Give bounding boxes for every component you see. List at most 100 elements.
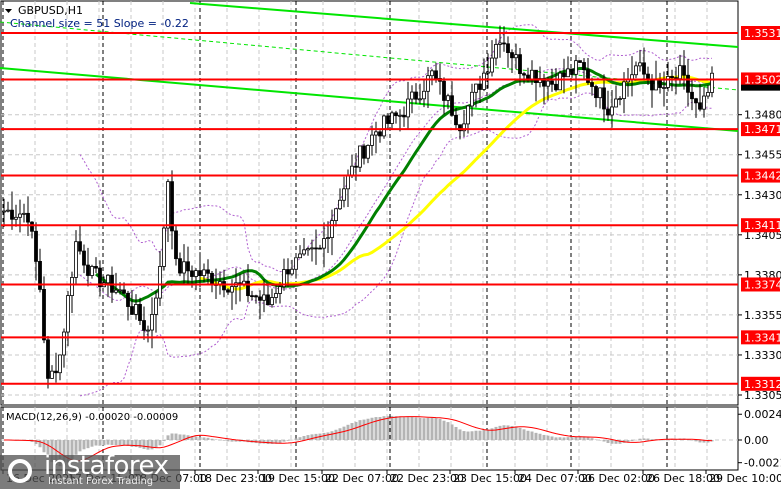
- macd-histogram-bar: [114, 440, 118, 446]
- candle-body: [170, 181, 174, 232]
- price-tick-label: 1.3355: [744, 309, 781, 322]
- macd-histogram-bar: [346, 424, 350, 440]
- macd-histogram-bar: [550, 436, 554, 440]
- level-label: 1.3531: [744, 27, 781, 40]
- candle-body: [598, 87, 602, 99]
- candle-body: [46, 339, 50, 379]
- candle-body: [370, 134, 374, 146]
- macd-histogram-bar: [462, 431, 466, 440]
- macd-histogram-bar: [430, 417, 434, 440]
- macd-histogram-bar: [586, 437, 590, 440]
- candle-body: [414, 91, 418, 100]
- candle-body: [418, 98, 422, 101]
- candle-body: [82, 250, 86, 266]
- price-pane-frame: [0, 0, 739, 406]
- macd-histogram-bar: [406, 417, 410, 440]
- level-label: 1.3471: [744, 123, 781, 136]
- macd-histogram-bar: [342, 426, 346, 440]
- candle-body: [250, 295, 254, 298]
- macd-histogram-bar: [438, 418, 442, 440]
- macd-histogram-bar: [110, 440, 114, 445]
- candle-body: [410, 91, 414, 100]
- chart-window[interactable]: 1.3480 1.3455 1.3430 1.3405 1.3380 1.3355 1.33…: [0, 0, 781, 489]
- candle-body: [190, 270, 194, 277]
- candle-body: [390, 112, 394, 124]
- macd-histogram-bar: [554, 437, 558, 440]
- channel-upper-line: [189, 2, 739, 48]
- candle-body: [114, 289, 118, 293]
- candle-body: [286, 269, 290, 275]
- macd-histogram-bar: [390, 415, 394, 440]
- macd-histogram-bar: [282, 440, 286, 442]
- candle-body: [34, 230, 38, 262]
- macd-histogram-bar: [638, 438, 642, 440]
- macd-histogram-bar: [206, 437, 210, 440]
- macd-histogram-bar: [558, 437, 562, 440]
- candle-body: [298, 253, 302, 259]
- candle-body: [642, 62, 646, 75]
- candle-body: [378, 131, 382, 137]
- dropdown-triangle-icon: [5, 9, 12, 13]
- candle-body: [650, 79, 654, 91]
- macd-histogram-bar: [294, 438, 298, 440]
- candle-body: [558, 72, 562, 91]
- candle-body: [426, 75, 430, 92]
- macd-histogram-bar: [354, 421, 358, 440]
- macd-histogram-bar: [454, 426, 458, 440]
- time-label: 19 Dec 15:00: [261, 472, 335, 485]
- candle-body: [262, 294, 266, 301]
- macd-histogram-bar: [166, 435, 170, 440]
- candle-body: [666, 76, 670, 88]
- macd-histogram-bar: [646, 438, 650, 440]
- candle-body: [226, 289, 230, 293]
- macd-histogram-bar: [634, 439, 638, 441]
- macd-histogram-bar: [298, 437, 302, 440]
- macd-histogram-bar: [394, 416, 398, 440]
- price-tick-label: 1.3305: [744, 389, 781, 402]
- price-chart[interactable]: 1.34801.34551.34301.34051.33801.33551.33…: [0, 0, 781, 489]
- level-label: 1.3502: [744, 73, 781, 86]
- candle-body: [382, 115, 386, 137]
- candle-body: [166, 181, 170, 229]
- candle-body: [14, 216, 18, 220]
- candle-body: [270, 297, 274, 306]
- macd-histogram-bar: [266, 440, 270, 445]
- macd-histogram-bar: [90, 440, 94, 447]
- macd-histogram-bar: [170, 433, 174, 440]
- candle-body: [274, 293, 278, 298]
- candle-body: [546, 80, 550, 87]
- candle-body: [490, 57, 494, 73]
- candle-body: [342, 188, 346, 201]
- macd-histogram-bar: [534, 432, 538, 440]
- macd-histogram-bar: [330, 431, 334, 440]
- candle-body: [362, 145, 366, 159]
- macd-histogram-bar: [590, 438, 594, 440]
- candle-body: [246, 280, 250, 297]
- macd-histogram-bar: [566, 437, 570, 440]
- candle-body: [318, 247, 322, 250]
- macd-histogram-bar: [210, 438, 214, 440]
- candle-body: [510, 52, 514, 59]
- candle-body: [470, 91, 474, 107]
- macd-histogram-bar: [150, 440, 154, 450]
- candle-body: [554, 83, 558, 91]
- candle-body: [302, 249, 306, 255]
- level-label: 1.3442: [744, 170, 781, 183]
- macd-histogram-bar: [358, 420, 362, 440]
- candle-body: [450, 95, 454, 116]
- candle-body: [638, 62, 642, 67]
- symbol-label: GBPUSD,H1: [18, 4, 83, 17]
- macd-histogram-bar: [482, 429, 486, 440]
- candle-body: [618, 98, 622, 100]
- macd-histogram-bar: [466, 431, 470, 440]
- instaforex-watermark: instaforex Instant Forex Trading: [0, 451, 180, 489]
- macd-histogram-bar: [630, 440, 634, 442]
- candle-body: [78, 241, 82, 252]
- candle-body: [434, 70, 438, 79]
- macd-histogram-bar: [86, 440, 90, 449]
- candle-body: [126, 292, 130, 307]
- macd-histogram-bar: [278, 440, 282, 444]
- macd-histogram-bar: [198, 437, 202, 440]
- candle-body: [694, 98, 698, 104]
- candle-body: [254, 295, 258, 298]
